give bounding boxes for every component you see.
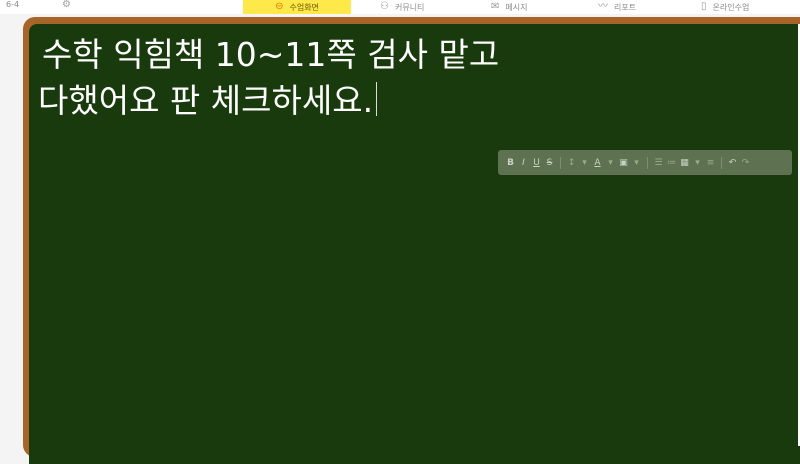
redo-icon[interactable]: ↷ [739,158,752,168]
tab-class-screen[interactable]: ⊖ 수업화면 [243,0,351,14]
chevron-down-icon[interactable]: ▾ [578,158,591,168]
bold-button[interactable]: B [504,158,517,168]
ordered-list-icon[interactable]: ☰ [652,158,665,168]
table-icon[interactable]: ▦ [678,158,691,168]
italic-button[interactable]: I [517,158,530,168]
tab-label: 온라인수업 [712,2,750,12]
underline-button[interactable]: U [530,158,543,168]
strikethrough-button[interactable]: S [543,158,556,168]
text-format-toolbar: B I U S ↕ ▾ A ▾ ▣ ▾ ☰ ≔ ▦ ▾ ≡ ↶ ↷ [498,150,792,175]
class-label: 6-4 [6,0,20,9]
tab-report[interactable]: 〰 리포트 [598,0,636,14]
font-color-icon[interactable]: A [591,158,604,168]
report-icon: 〰 [598,1,608,12]
blackboard-text-editor[interactable]: 수학 익힘책 10~11쪽 검사 맡고 다했어요 판 체크하세요. [38,32,758,124]
tab-label: 수업화면 [289,2,319,12]
tab-label: 메시지 [505,2,528,12]
tab-community[interactable]: ⚇ 커뮤니티 [380,0,424,14]
tab-online-class[interactable]: ▯ 온라인수업 [701,0,749,14]
message-icon: ✉ [491,1,500,12]
tab-label: 리포트 [614,2,637,12]
highlight-color-icon[interactable]: ▣ [617,158,630,168]
undo-icon[interactable]: ↶ [726,158,739,168]
tab-label: 커뮤니티 [394,2,425,12]
tab-message[interactable]: ✉ 메시지 [491,0,527,14]
toolbar-divider [647,156,648,169]
chevron-down-icon[interactable]: ▾ [691,158,704,168]
unordered-list-icon[interactable]: ≔ [665,158,678,168]
text-cursor [376,82,378,116]
font-size-icon[interactable]: ↕ [565,158,578,168]
horizontal-rule-icon[interactable]: ≡ [704,158,717,168]
chevron-down-icon[interactable]: ▾ [604,158,617,168]
gear-icon[interactable]: ⚙ [62,0,71,11]
class-screen-icon: ⊖ [275,1,284,12]
top-navigation-bar: 6-4 ⚙ ⊖ 수업화면 ⚇ 커뮤니티 ✉ 메시지 〰 리포트 ▯ 온라인수업 [0,0,800,14]
online-class-icon: ▯ [701,1,707,12]
toolbar-divider [721,156,722,169]
board-text-line-2: 다했어요 판 체크하세요. [38,81,374,120]
chevron-down-icon[interactable]: ▾ [630,158,643,168]
board-text-line-1: 수학 익힘책 10~11쪽 검사 맡고 [42,35,500,74]
toolbar-divider [560,156,561,169]
community-icon: ⚇ [380,1,389,12]
